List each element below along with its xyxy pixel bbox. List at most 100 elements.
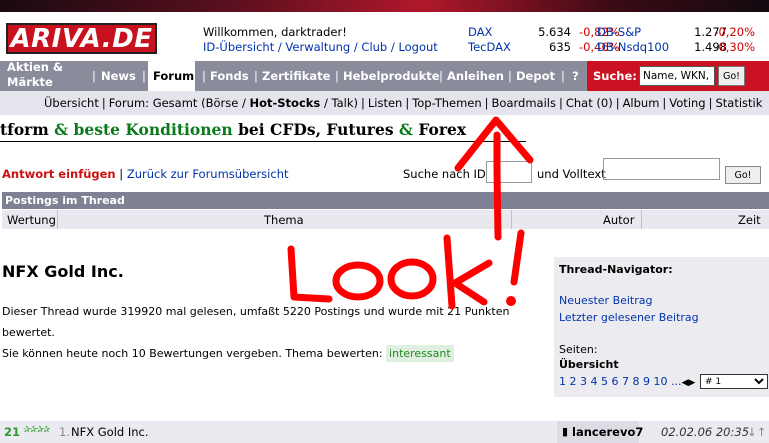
subnav-voting[interactable]: Voting: [669, 96, 705, 110]
quote-change: -0,20%: [714, 25, 755, 39]
post-nav-arrows-icon[interactable]: ↓↑: [747, 425, 766, 439]
ad-underline: [0, 141, 526, 142]
post-score: 21: [4, 425, 21, 439]
overview-label: Übersicht: [559, 358, 619, 371]
subnav-hot-stocks[interactable]: Hot-Stocks: [249, 96, 320, 110]
page-numbers[interactable]: 1 2 3 4 5 6 7 8 9 10 ...: [559, 375, 681, 388]
search-id-label: Suche nach ID: [403, 167, 486, 181]
search-id-input[interactable]: [486, 161, 532, 183]
subnav-top-themen[interactable]: Top-Themen: [412, 96, 481, 110]
search-label: Suche:: [593, 69, 637, 83]
nav-separator: |: [561, 69, 565, 83]
nav-aktien-maerkte[interactable]: Aktien & Märkte: [7, 60, 63, 90]
subnav-album[interactable]: Album: [623, 96, 660, 110]
thread-stats: Dieser Thread wurde 319920 mal gelesen, …: [2, 305, 510, 339]
search-input[interactable]: [639, 66, 715, 86]
quote-value: 635: [549, 40, 571, 54]
subnav-overview[interactable]: Übersicht: [44, 96, 99, 110]
letter-stroke: [287, 245, 333, 303]
reply-link[interactable]: Antwort einfügen: [2, 167, 116, 181]
quick-search: Suche: Go!: [587, 61, 769, 91]
account-links: ID-Übersicht / Verwaltung / Club / Logou…: [203, 40, 438, 54]
thread-header: Postings im Thread: [2, 192, 769, 209]
quote-name[interactable]: DAX: [468, 25, 492, 40]
ad-banner[interactable]: tform & beste Konditionen bei CFDs, Futu…: [0, 120, 466, 139]
pages-label: Seiten:: [559, 343, 598, 356]
ad-ampersand: &: [54, 120, 69, 139]
letter-stroke: [510, 229, 525, 286]
main-nav: Aktien & Märkte | News | Forum | Fonds |…: [0, 60, 769, 91]
market-quotes: DAX 5.634 -0,82% DB-S&P 1.277 -0,20% Tec…: [468, 25, 768, 55]
subnav-statistik[interactable]: Statistik: [715, 96, 762, 110]
nav-label: Aktien &: [7, 60, 64, 74]
column-wertung[interactable]: Wertung: [7, 213, 56, 227]
nav-forum[interactable]: Forum: [148, 61, 195, 91]
welcome-text: Willkommen, darktrader!: [203, 25, 347, 39]
subnav-talk[interactable]: / Talk): [324, 96, 358, 110]
nav-depot[interactable]: Depot: [516, 61, 555, 91]
nav-separator: |: [439, 69, 443, 83]
nav-fonds[interactable]: Fonds: [210, 61, 249, 91]
nav-anleihen[interactable]: Anleihen: [447, 61, 504, 91]
ad-text: beste Konditionen: [73, 120, 233, 139]
post-number: 1.: [59, 425, 70, 439]
link-verwaltung[interactable]: Verwaltung: [285, 40, 350, 54]
column-zeit[interactable]: Zeit: [738, 213, 761, 227]
post-title[interactable]: NFX Gold Inc.: [71, 425, 149, 439]
nav-help[interactable]: ?: [572, 61, 579, 91]
link-logout[interactable]: Logout: [398, 40, 437, 54]
subnav-boardmails[interactable]: Boardmails: [492, 96, 556, 110]
letter-stroke: [443, 234, 493, 310]
quote-change: -0,30%: [714, 40, 755, 54]
post-author[interactable]: lancerevo7: [572, 425, 643, 439]
thread-title: NFX Gold Inc.: [2, 262, 124, 281]
user-icon: ▮: [562, 425, 569, 438]
quote-row: TecDAX 635 -0,46% DB-Nsdq100 1.498 -0,30…: [468, 40, 768, 55]
post-jump-select[interactable]: # 1: [700, 374, 768, 389]
ariva-logo[interactable]: ARIVA.DE: [6, 23, 157, 54]
ad-text: Futures: [326, 120, 394, 139]
subnav-listen[interactable]: Listen: [368, 96, 402, 110]
quote-value: 5.634: [538, 25, 571, 39]
quote-name[interactable]: TecDAX: [468, 40, 511, 55]
quote-row: DAX 5.634 -0,82% DB-S&P 1.277 -0,20%: [468, 25, 768, 40]
page-arrows-icon[interactable]: ◀▶: [681, 378, 695, 388]
quote-name[interactable]: DB-Nsdq100: [597, 40, 669, 55]
nav-separator: |: [335, 69, 339, 83]
ad-text: Forex: [418, 120, 467, 139]
ad-text: tform: [0, 120, 49, 139]
thread-search-go-button[interactable]: Go!: [725, 166, 761, 184]
ad-text: ,: [315, 120, 321, 139]
nav-news[interactable]: News: [101, 61, 136, 91]
nav-separator: |: [508, 69, 512, 83]
link-club[interactable]: Club: [361, 40, 387, 54]
search-go-button[interactable]: Go!: [718, 66, 745, 86]
newest-post-link[interactable]: Neuester Beitrag: [559, 294, 653, 307]
thread-navigator: Thread-Navigator: Neuester Beitrag Letzt…: [554, 257, 769, 397]
column-autor[interactable]: Autor: [603, 213, 634, 227]
letter-stroke: [387, 258, 437, 300]
forum-subnav: Übersicht | Forum: Gesamt (Börse / Hot-St…: [0, 91, 769, 115]
top-banner: [0, 0, 769, 12]
column-thema[interactable]: Thema: [264, 213, 304, 227]
subnav-chat[interactable]: Chat (0): [566, 96, 613, 110]
fulltext-input[interactable]: [603, 158, 720, 180]
back-to-forum-link[interactable]: Zurück zur Forumsübersicht: [127, 167, 289, 181]
nav-zertifikate[interactable]: Zertifikate: [262, 61, 330, 91]
link-id-overview[interactable]: ID-Übersicht: [203, 40, 274, 54]
logo-text: ARIVA.DE: [10, 23, 153, 54]
page-links: 1 2 3 4 5 6 7 8 9 10 ...◀▶: [559, 375, 695, 388]
nav-separator: |: [202, 69, 206, 83]
rate-interessant-button[interactable]: interessant: [386, 345, 454, 362]
nav-separator: |: [142, 69, 146, 83]
rating-stars-icon: ✰✰✰✰: [23, 425, 50, 435]
table-row[interactable]: 21 ✰✰✰✰ 1. NFX Gold Inc. ▮ lancerevo7 02…: [0, 421, 769, 443]
subnav-forum-gesamt[interactable]: Forum: Gesamt (Börse /: [109, 96, 246, 110]
nav-hebelprodukte[interactable]: Hebelprodukte: [343, 61, 440, 91]
quote-name[interactable]: DB-S&P: [597, 25, 641, 40]
ad-ampersand: &: [398, 120, 413, 139]
nav-separator: |: [92, 69, 96, 83]
post-date: 02.02.06 20:35: [661, 425, 750, 439]
page: ARIVA.DE Willkommen, darktrader! ID-Über…: [0, 0, 769, 443]
last-read-link[interactable]: Letzter gelesener Beitrag: [559, 311, 699, 324]
